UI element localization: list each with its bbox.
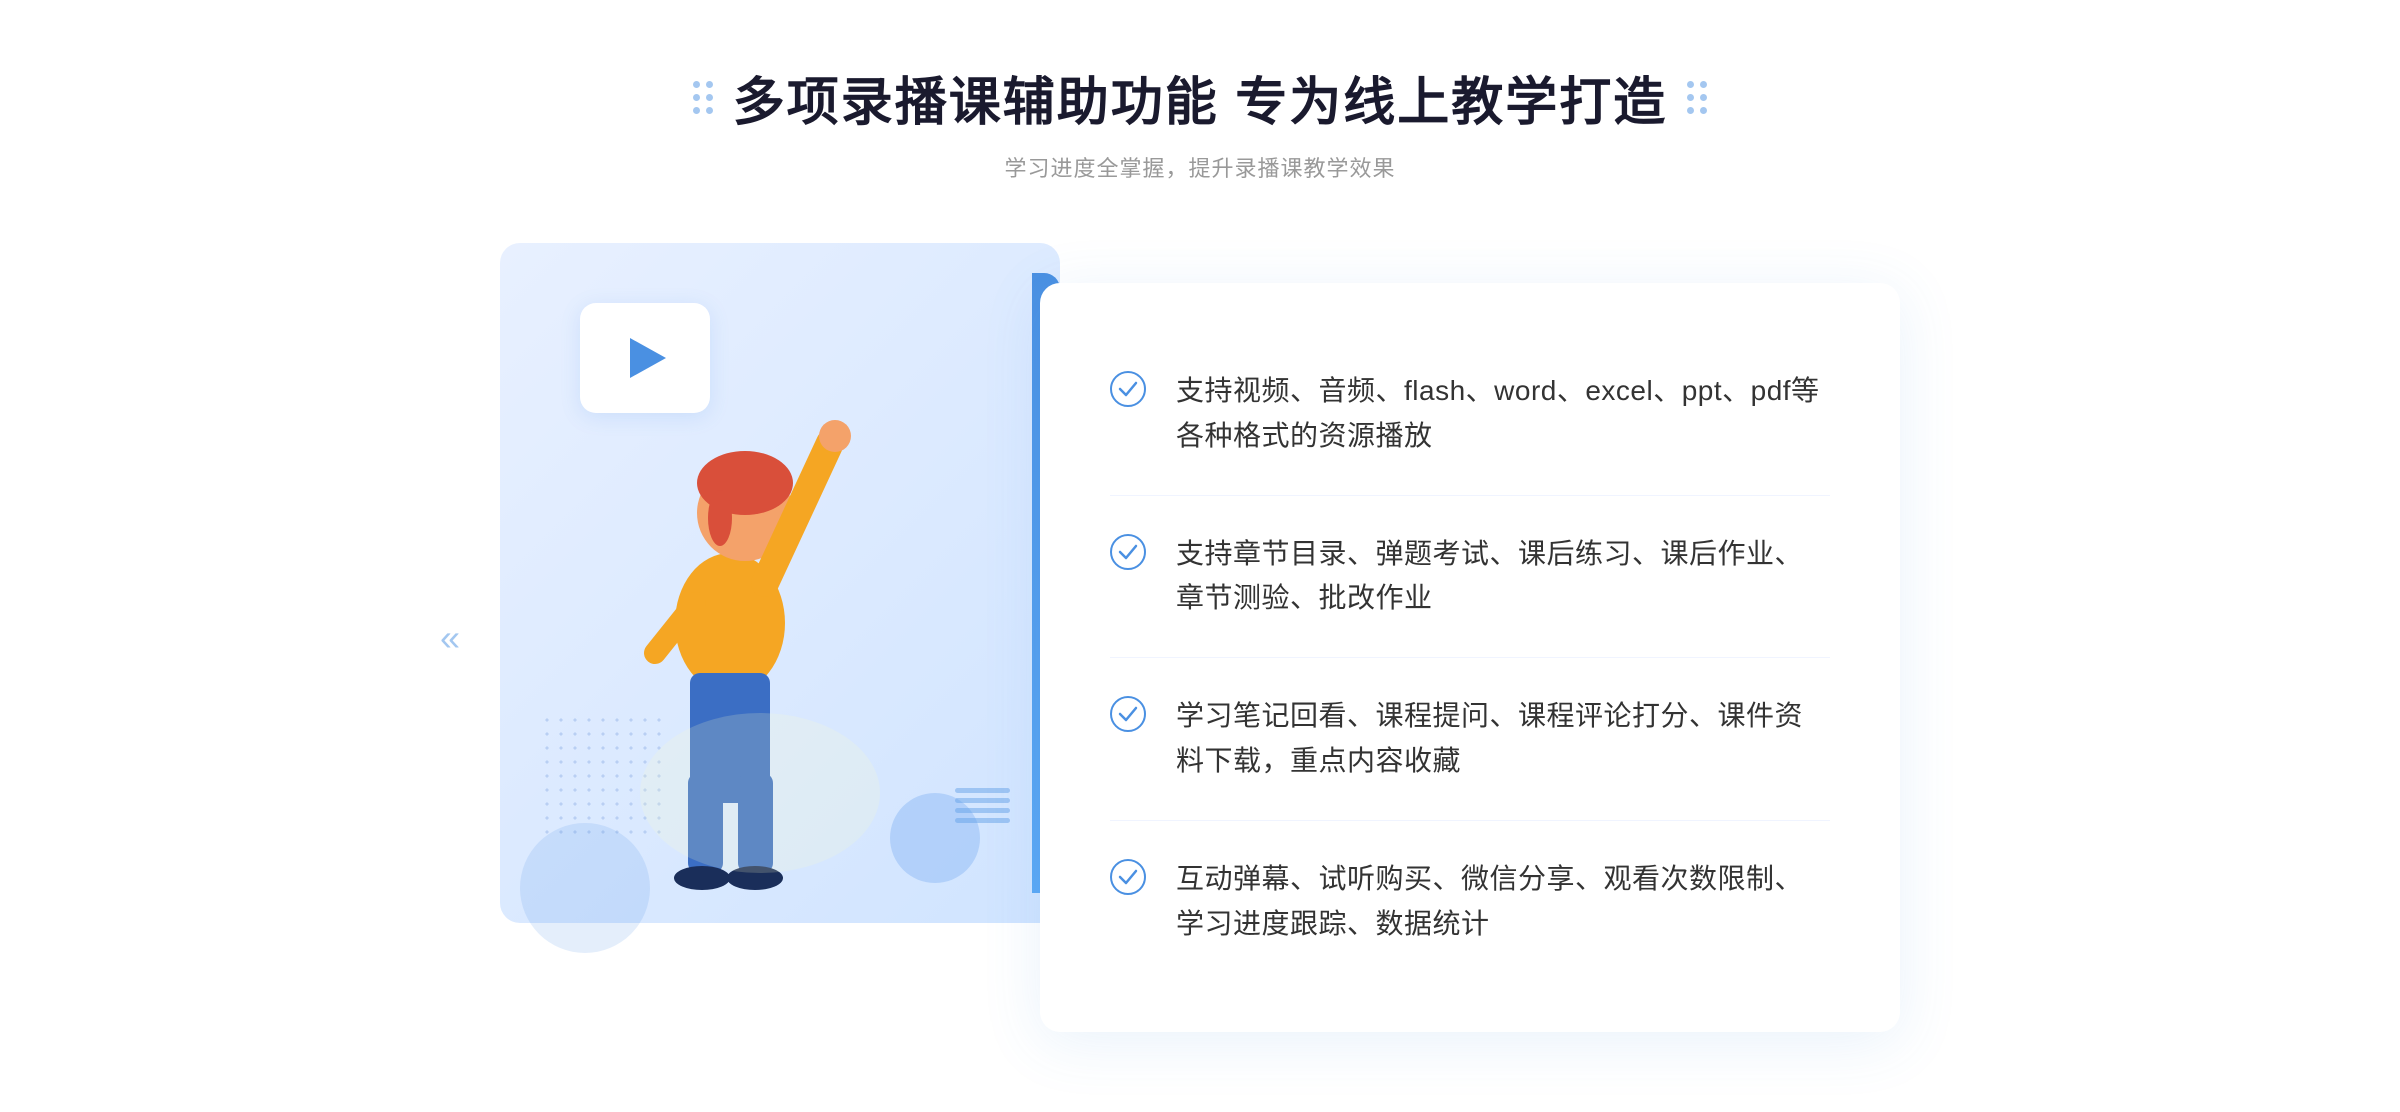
header-section: 多项录播课辅助功能 专为线上教学打造 学习进度全掌握，提升录播课教学效果	[693, 60, 1707, 183]
left-dots-decoration	[693, 81, 713, 114]
page-wrapper: 多项录播课辅助功能 专为线上教学打造 学习进度全掌握，提升录播课教学效果 «	[0, 60, 2400, 1032]
page-title: 多项录播课辅助功能 专为线上教学打造	[733, 60, 1667, 135]
page-subtitle: 学习进度全掌握，提升录播课教学效果	[1004, 151, 1395, 183]
content-section: «	[500, 243, 1900, 1032]
illustration-panel	[500, 243, 1060, 923]
feature-text-3: 学习笔记回看、课程提问、课程评论打分、课件资料下载，重点内容收藏	[1176, 694, 1830, 784]
check-icon-3	[1110, 696, 1146, 732]
circle-decoration-1	[890, 793, 980, 883]
right-dots-decoration	[1687, 81, 1707, 114]
check-icon-1	[1110, 371, 1146, 407]
features-card: 支持视频、音频、flash、word、excel、ppt、pdf等各种格式的资源…	[1040, 283, 1900, 1032]
feature-item-2: 支持章节目录、弹题考试、课后练习、课后作业、章节测验、批改作业	[1110, 496, 1830, 659]
feature-item-3: 学习笔记回看、课程提问、课程评论打分、课件资料下载，重点内容收藏	[1110, 658, 1830, 821]
check-icon-4	[1110, 859, 1146, 895]
left-arrow-icon: «	[440, 617, 460, 659]
feature-item-1: 支持视频、音频、flash、word、excel、ppt、pdf等各种格式的资源…	[1110, 333, 1830, 496]
feature-item-4: 互动弹幕、试听购买、微信分享、观看次数限制、学习进度跟踪、数据统计	[1110, 821, 1830, 983]
title-row: 多项录播课辅助功能 专为线上教学打造	[693, 60, 1707, 135]
feature-text-2: 支持章节目录、弹题考试、课后练习、课后作业、章节测验、批改作业	[1176, 532, 1830, 622]
feature-text-1: 支持视频、音频、flash、word、excel、ppt、pdf等各种格式的资源…	[1176, 369, 1830, 459]
person-illustration	[580, 343, 880, 923]
check-icon-2	[1110, 534, 1146, 570]
feature-text-4: 互动弹幕、试听购买、微信分享、观看次数限制、学习进度跟踪、数据统计	[1176, 857, 1830, 947]
